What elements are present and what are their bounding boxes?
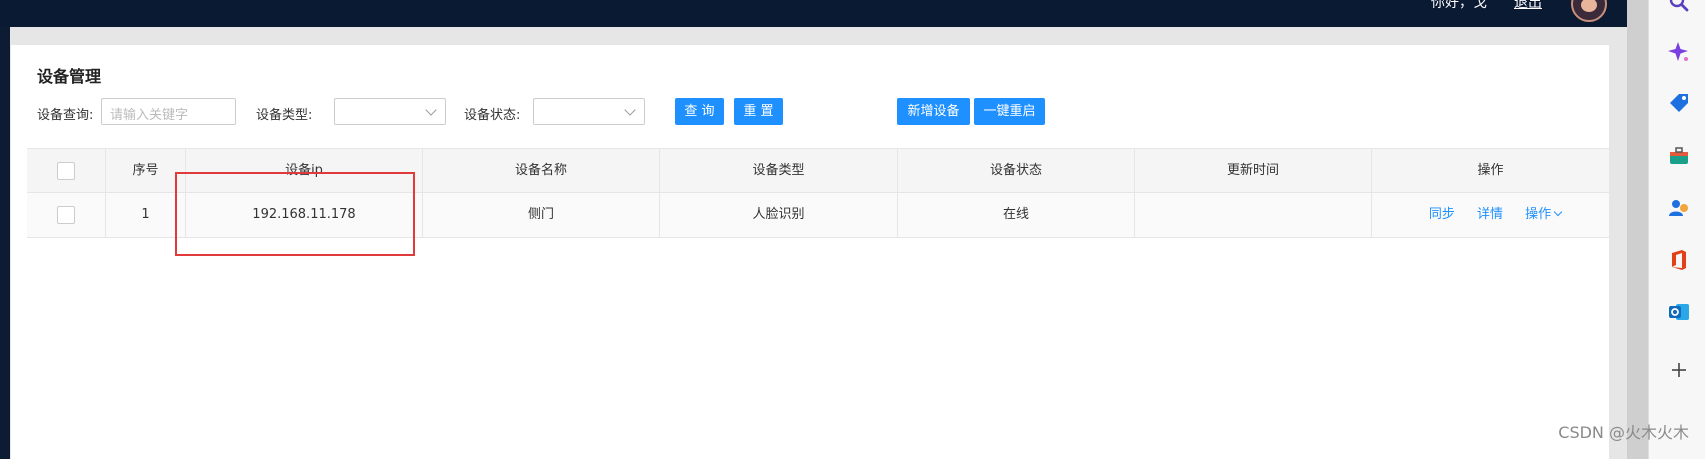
filter-bar: 设备查询: 请输入关键字 设备类型: 设备状态: 查 询 重 置 新增设备 一键… [37, 98, 1597, 126]
more-actions-label: 操作 [1525, 207, 1552, 222]
row-select-cell [27, 193, 106, 237]
sync-link[interactable]: 同步 [1429, 207, 1455, 222]
chevron-down-icon [425, 104, 437, 116]
column-header: 设备状态 [898, 149, 1135, 193]
restart-all-button[interactable]: 一键重启 [974, 98, 1045, 125]
row-index: 1 [106, 193, 186, 237]
row-type: 人脸识别 [660, 193, 898, 237]
people-icon[interactable] [1668, 197, 1690, 219]
more-actions-dropdown[interactable]: 操作 [1525, 207, 1563, 222]
tag-icon[interactable] [1668, 93, 1690, 115]
select-all-checkbox[interactable] [57, 161, 75, 180]
top-header: 你好，戈 退出 [0, 0, 1627, 27]
column-header: 操作 [1477, 163, 1504, 178]
toolbox-icon[interactable] [1668, 145, 1690, 167]
office-icon[interactable] [1668, 249, 1690, 271]
search-icon[interactable] [1668, 0, 1690, 13]
outlook-icon[interactable] [1668, 301, 1690, 323]
chevron-down-icon [624, 104, 636, 116]
row-actions: 同步 详情 操作 [1372, 193, 1609, 237]
row-updated [1135, 193, 1372, 237]
logout-link[interactable]: 退出 [1514, 0, 1542, 12]
status-label: 设备状态: [464, 108, 521, 123]
column-header: 设备名称 [423, 149, 660, 193]
row-name: 侧门 [423, 193, 660, 237]
query-label: 设备查询: [37, 108, 94, 123]
column-header: 设备类型 [660, 149, 898, 193]
reset-button[interactable]: 重 置 [734, 98, 783, 125]
search-button[interactable]: 查 询 [675, 98, 724, 125]
row-checkbox[interactable] [57, 205, 75, 224]
chevron-down-icon [1553, 207, 1563, 217]
detail-link[interactable]: 详情 [1477, 207, 1503, 222]
avatar[interactable] [1571, 0, 1607, 22]
column-header: 序号 [106, 149, 186, 193]
query-input[interactable]: 请输入关键字 [101, 98, 236, 125]
query-placeholder: 请输入关键字 [110, 108, 189, 123]
add-device-button[interactable]: 新增设备 [897, 98, 970, 125]
row-status: 在线 [898, 193, 1135, 237]
type-select[interactable] [334, 98, 446, 125]
column-header: 更新时间 [1135, 149, 1372, 193]
select-all-cell [27, 149, 106, 193]
status-select[interactable] [533, 98, 645, 125]
watermark-text: CSDN @火木火木 [1558, 423, 1689, 442]
plus-icon[interactable] [1668, 359, 1690, 381]
app-window: 你好，戈 退出 设备管理 设备查询: 请输入关键字 设备类型: 设备状态: 查 … [0, 0, 1627, 459]
type-label: 设备类型: [256, 108, 313, 123]
sparkle-icon[interactable] [1668, 41, 1690, 63]
browser-sidebar [1648, 0, 1705, 459]
annotation-highlight-box [175, 172, 415, 256]
page-title: 设备管理 [37, 67, 102, 86]
page-scrollbar[interactable] [1627, 0, 1648, 459]
greeting-text: 你好，戈 [1431, 0, 1487, 11]
